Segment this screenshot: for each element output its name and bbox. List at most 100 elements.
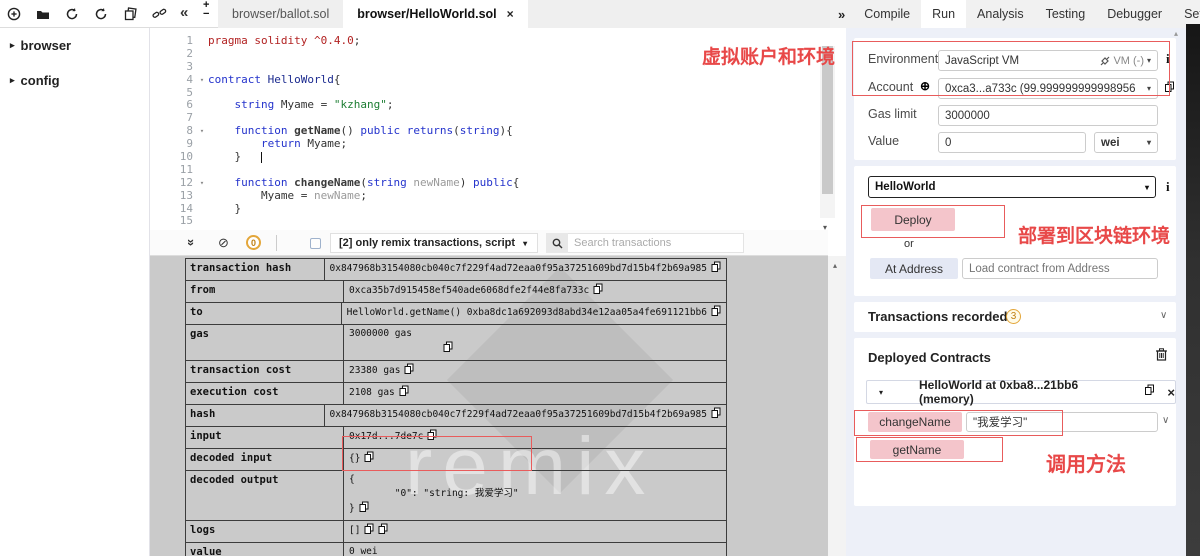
editor-line[interactable]: 15 [150,215,846,228]
tab-browser/HelloWorld.sol[interactable]: browser/HelloWorld.sol × [343,0,528,28]
table-row: transaction cost 23380 gas [186,361,726,383]
deploy-button[interactable]: Deploy [871,208,955,231]
fold-marker-icon[interactable]: ▾ [196,177,208,190]
copy-icon[interactable] [378,523,388,540]
scroll-up-icon[interactable]: ▴ [833,261,837,270]
plugin-menu: » CompileRunAnalysisTestingDebuggerSetti… [830,0,1200,28]
code-text: } [208,201,242,215]
fold-marker-icon[interactable]: ▾ [196,125,208,138]
clear-terminal-icon[interactable]: ⊘ [218,235,229,251]
terminal-scrollbar[interactable]: ▴ [828,256,846,556]
caret-right-icon: ▸ [10,75,15,85]
changename-button[interactable]: changeName [868,412,962,432]
link-icon[interactable] [151,6,167,22]
account-select[interactable]: 0xca3...a733c (99.999999999998956 ▾ [938,78,1158,99]
gas-limit-input[interactable]: 3000000 [938,105,1158,126]
contract-info-icon[interactable]: i [1166,179,1170,195]
panel-scroll-up-icon[interactable]: ▴ [1174,29,1178,38]
text-cursor [260,151,262,163]
sidebar-item-browser[interactable]: ▸ browser [0,28,149,63]
environment-info-icon[interactable]: i [1166,51,1170,67]
value-line: { [349,474,355,485]
row-value: 0xca35b7d915458ef540ade6068dfe2f44e8fa73… [344,281,726,302]
editor-scrollbar[interactable]: ▾ [820,46,835,232]
terminal-collapse-icon[interactable]: » [184,239,199,246]
new-file-icon[interactable] [6,6,22,22]
trash-icon[interactable] [1156,348,1167,366]
contract-select[interactable]: HelloWorld ▾ [868,176,1156,198]
getname-button[interactable]: getName [870,440,964,459]
row-value: 0 wei [344,543,726,556]
menu-item-debugger[interactable]: Debugger [1096,0,1173,28]
close-tab-icon[interactable]: × [507,7,514,21]
chevron-down-icon[interactable]: ∨ [1160,310,1167,321]
copy-icon[interactable] [404,363,414,380]
menu-item-compile[interactable]: Compile [853,0,921,28]
open-folder-icon[interactable] [35,6,51,22]
line-number: 13 [179,188,193,202]
menu-item-testing[interactable]: Testing [1035,0,1097,28]
copy-icon[interactable] [364,451,374,468]
fold-marker-icon [196,203,208,216]
copy-icon[interactable] [711,261,721,278]
copy-icon[interactable] [443,341,453,358]
copy-icon[interactable] [399,385,409,402]
row-value: HelloWorld.getName() 0xba8dc1a692093d8ab… [342,303,726,324]
copy-instance-icon[interactable] [1144,383,1155,401]
editor-line[interactable]: 4 ▾ contract HelloWorld{ [150,73,846,87]
screen-edge [1186,24,1200,556]
expand-instance-icon[interactable]: ▾ [867,388,893,397]
row-label: from [186,281,344,302]
copy-icon[interactable] [359,501,369,518]
table-row: to HelloWorld.getName() 0xba8dc1a692093d8… [186,303,726,325]
table-row: decoded output{ "0": "string: 我爱学习"} [186,471,726,521]
environment-label: Environment [868,52,939,66]
copy-icon[interactable] [364,523,374,540]
editor-line[interactable]: 6 string Myame = "kzhang"; [150,99,846,112]
or-label: or [904,238,914,250]
fold-marker-icon[interactable]: ▾ [196,74,208,87]
menu-expand-icon[interactable]: » [830,7,853,22]
copy-icon[interactable] [711,407,721,424]
value-line: 3000000 gas [349,328,412,339]
search-transactions-input[interactable] [568,233,744,253]
menu-item-analysis[interactable]: Analysis [966,0,1035,28]
copy-icon[interactable] [593,283,603,300]
changename-expand-icon[interactable]: ∨ [1162,415,1169,426]
at-address-button[interactable]: At Address [870,258,958,279]
deployed-instance-row[interactable]: ▾ HelloWorld at 0xba8...21bb6 (memory) × [866,378,1176,406]
sync-icon[interactable] [93,6,109,22]
sidebar-item-config[interactable]: ▸ config [0,63,149,98]
copy-icon[interactable] [427,429,437,446]
remove-instance-icon[interactable]: × [1167,385,1175,400]
value-line: 2108 gas [349,385,721,402]
row-value: {} [344,449,726,470]
menu-item-run[interactable]: Run [921,0,967,28]
editor-zoom-icon[interactable]: + − [203,0,209,20]
editor-line[interactable]: 14 } [150,201,846,216]
copy-files-icon[interactable] [122,6,138,22]
environment-select[interactable]: JavaScript VM VM (-) ▾ [938,50,1158,71]
changename-arg-input[interactable]: "我爱学习" [966,412,1158,432]
value-line: 0xca35b7d915458ef540ade6068dfe2f44e8fa73… [349,283,721,300]
at-address-input[interactable] [962,258,1158,279]
copy-account-icon[interactable] [1164,80,1175,98]
copy-icon[interactable] [711,305,721,322]
terminal-filter-select[interactable]: [2] only remix transactions, script ▾ [330,233,538,253]
new-account-icon[interactable]: ⊕ [920,79,930,93]
table-row: from 0xca35b7d915458ef540ade6068dfe2f44e8… [186,281,726,303]
tab-browser/ballot.sol[interactable]: browser/ballot.sol [218,0,343,28]
sidebar-item-label: config [20,73,60,88]
editor-line[interactable]: 13 Myame = newName; [150,188,846,203]
listen-network-checkbox[interactable] [310,238,321,249]
publish-gist-icon[interactable] [64,6,80,22]
row-label: input [186,427,344,448]
value-unit-select[interactable]: wei ▾ [1094,132,1158,153]
table-row: execution cost 2108 gas [186,383,726,405]
editor-line[interactable]: 10 } [150,150,846,164]
value-line: 0x847968b3154080cb040c7f229f4ad72eaa0f95… [330,261,722,278]
collapse-sidebar-icon[interactable]: « [180,4,188,21]
value-input[interactable]: 0 [938,132,1086,153]
terminal-toolbar: » ⊘ 0 [2] only remix transactions, scrip… [150,230,828,256]
fold-marker-icon [196,112,208,125]
